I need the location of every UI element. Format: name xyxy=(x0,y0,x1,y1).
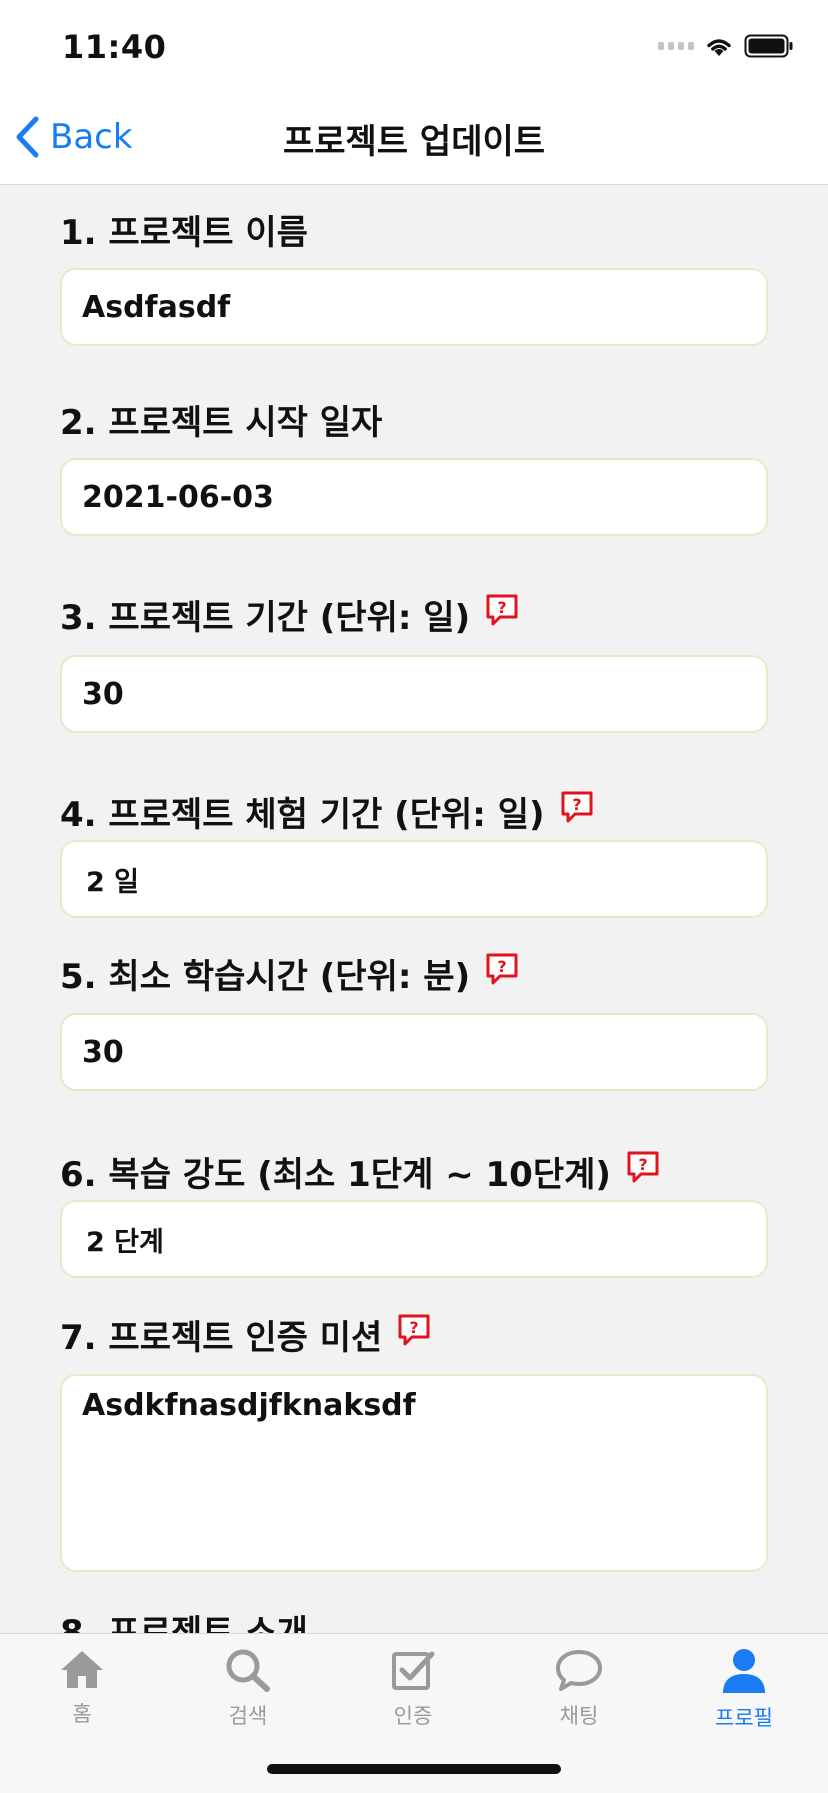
start-date-input[interactable]: 2021-06-03 xyxy=(60,458,768,536)
tab-home[interactable]: 홈 xyxy=(22,1648,142,1728)
profile-icon xyxy=(723,1649,765,1693)
tab-chat-label: 채팅 xyxy=(559,1704,599,1728)
duration-label-text: 3. 프로젝트 기간 (단위: 일) xyxy=(60,598,471,638)
tab-profile-label: 프로필 xyxy=(715,1706,773,1730)
mission-label-text: 7. 프로젝트 인증 미션 xyxy=(60,1318,383,1358)
mission-textarea[interactable]: Asdkfnasdjfknaksdf xyxy=(60,1374,768,1572)
trial-period-label: 4. 프로젝트 체험 기간 (단위: 일) ? xyxy=(60,787,595,836)
help-question-icon[interactable]: ? xyxy=(396,1313,432,1356)
tab-verify[interactable]: 인증 xyxy=(353,1648,473,1730)
form-scroll-area[interactable]: 1. 프로젝트 이름 Asdfasdf 2. 프로젝트 시작 일자 2021-0… xyxy=(0,185,828,1633)
project-name-label-text: 1. 프로젝트 이름 xyxy=(60,213,308,253)
min-study-time-input[interactable]: 30 xyxy=(60,1013,768,1091)
tab-home-label: 홈 xyxy=(72,1702,92,1726)
project-intro-label-text: 8. 프로젝트 소개 xyxy=(60,1613,308,1633)
duration-label: 3. 프로젝트 기간 (단위: 일) ? xyxy=(60,590,520,639)
tab-chat[interactable]: 채팅 xyxy=(519,1648,639,1730)
chat-bubble-icon xyxy=(556,1650,602,1691)
review-intensity-label: 6. 복습 강도 (최소 1단계 ~ 10단계) ? xyxy=(60,1147,661,1196)
duration-value: 30 xyxy=(82,676,124,712)
page-title: 프로젝트 업데이트 xyxy=(282,122,546,162)
tab-search-label: 검색 xyxy=(228,1704,268,1728)
start-date-label: 2. 프로젝트 시작 일자 xyxy=(60,395,382,444)
project-name-label: 1. 프로젝트 이름 xyxy=(60,205,308,254)
svg-text:?: ? xyxy=(410,1318,419,1337)
checkbox-icon xyxy=(392,1651,435,1690)
mission-label: 7. 프로젝트 인증 미션 ? xyxy=(60,1310,432,1359)
home-icon xyxy=(61,1651,103,1688)
trial-period-value: 2 일 xyxy=(86,866,140,898)
help-question-icon[interactable]: ? xyxy=(484,593,520,636)
battery-icon xyxy=(744,34,793,58)
project-intro-label: 8. 프로젝트 소개 xyxy=(60,1605,308,1633)
start-date-label-text: 2. 프로젝트 시작 일자 xyxy=(60,403,383,443)
tab-profile[interactable]: 프로필 xyxy=(684,1648,804,1732)
min-study-time-value: 30 xyxy=(82,1034,124,1070)
help-question-icon[interactable]: ? xyxy=(484,952,520,995)
status-icons xyxy=(658,34,794,58)
navigation-bar: Back 프로젝트 업데이트 xyxy=(0,92,828,185)
duration-input[interactable]: 30 xyxy=(60,655,768,733)
help-question-icon[interactable]: ? xyxy=(559,790,595,833)
project-name-value: Asdfasdf xyxy=(82,289,231,325)
min-study-time-label: 5. 최소 학습시간 (단위: 분) ? xyxy=(60,949,520,998)
svg-text:?: ? xyxy=(572,795,581,814)
svg-text:?: ? xyxy=(497,598,506,617)
wifi-icon xyxy=(707,39,731,56)
tab-verify-label: 인증 xyxy=(393,1704,433,1728)
project-name-input[interactable]: Asdfasdf xyxy=(60,268,768,346)
status-bar: 11:40 xyxy=(0,0,828,92)
min-study-time-label-text: 5. 최소 학습시간 (단위: 분) xyxy=(60,957,471,997)
status-time: 11:40 xyxy=(62,28,167,66)
mission-value: Asdkfnasdjfknaksdf xyxy=(82,1388,416,1423)
svg-text:?: ? xyxy=(497,957,506,976)
search-icon xyxy=(226,1649,270,1692)
start-date-value: 2021-06-03 xyxy=(82,479,274,515)
review-intensity-value: 2 단계 xyxy=(86,1226,164,1258)
help-question-icon[interactable]: ? xyxy=(625,1150,661,1193)
svg-text:?: ? xyxy=(638,1155,647,1174)
trial-period-select[interactable]: 2 일 xyxy=(60,840,768,918)
review-intensity-select[interactable]: 2 단계 xyxy=(60,1200,768,1278)
home-indicator[interactable] xyxy=(267,1764,561,1774)
trial-period-label-text: 4. 프로젝트 체험 기간 (단위: 일) xyxy=(60,795,545,835)
tab-search[interactable]: 검색 xyxy=(188,1648,308,1730)
review-intensity-label-text: 6. 복습 강도 (최소 1단계 ~ 10단계) xyxy=(60,1155,611,1195)
cellular-signal-icon xyxy=(658,42,694,50)
